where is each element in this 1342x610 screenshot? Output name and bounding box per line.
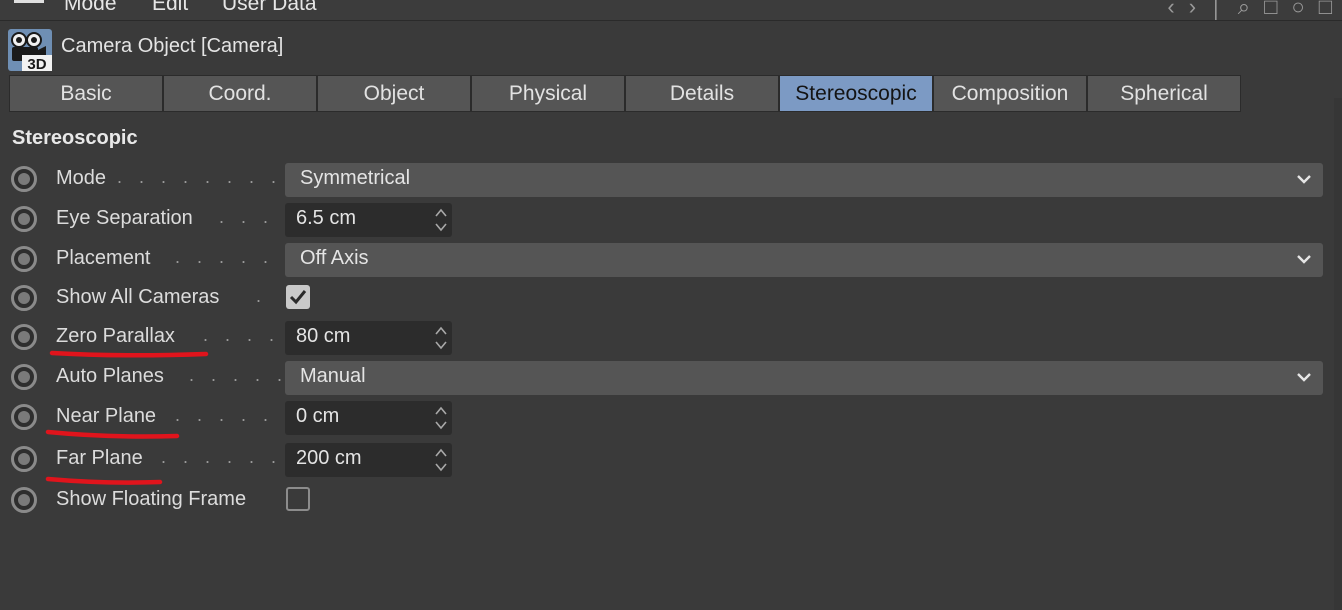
- tab-stereoscopic[interactable]: Stereoscopic: [780, 76, 932, 111]
- keyframe-icon[interactable]: [11, 487, 37, 513]
- leader-dots: .: [256, 286, 268, 306]
- keyframe-icon[interactable]: [11, 206, 37, 232]
- tab-spherical[interactable]: Spherical: [1088, 76, 1240, 111]
- show-all-cameras-label: Show All Cameras: [56, 286, 220, 308]
- object-title: Camera Object [Camera]: [61, 35, 284, 57]
- eye-separation-field[interactable]: 6.5 cm: [285, 203, 452, 237]
- checkmark-icon: [289, 290, 307, 305]
- tab-composition[interactable]: Composition: [934, 76, 1086, 111]
- far-plane-label: Far Plane: [56, 447, 143, 469]
- stepper-arrows-icon[interactable]: [433, 445, 449, 475]
- attribute-header: 3D Camera Object [Camera]: [0, 21, 1342, 73]
- tab-basic[interactable]: Basic: [10, 76, 162, 111]
- show-floating-frame-checkbox[interactable]: [286, 487, 310, 511]
- auto-planes-label: Auto Planes: [56, 365, 164, 387]
- keyframe-icon[interactable]: [11, 246, 37, 272]
- back-arrow-icon[interactable]: ‹: [1167, 0, 1174, 20]
- chevron-down-icon: [1297, 373, 1311, 382]
- row-auto-planes: Auto Planes . . . . . . Manual: [0, 361, 1342, 397]
- keyframe-icon[interactable]: [11, 285, 37, 311]
- auto-planes-value: Manual: [300, 365, 366, 387]
- mode-label: Mode: [56, 167, 107, 189]
- search-icon[interactable]: ⌕: [1238, 0, 1250, 20]
- hamburger-menu-icon[interactable]: [14, 0, 44, 9]
- stepper-arrows-icon[interactable]: [433, 403, 449, 433]
- menu-bar: Mode Edit User Data ‹ › │ ⌕ □ ○ □: [0, 0, 1342, 21]
- camera-badge-text: 3D: [27, 56, 46, 71]
- zero-parallax-field[interactable]: 80 cm: [285, 321, 452, 355]
- toolbar-icons: ‹ › │ ⌕ □ ○ □: [1167, 0, 1332, 20]
- chevron-down-icon: [1297, 255, 1311, 264]
- history-icon[interactable]: ○: [1291, 0, 1304, 20]
- show-floating-frame-label: Show Floating Frame: [56, 488, 247, 510]
- menu-user-data[interactable]: User Data: [222, 0, 317, 16]
- tab-details[interactable]: Details: [626, 76, 778, 111]
- annotation-underline-far-plane: [45, 476, 163, 485]
- bookmark-icon[interactable]: □: [1264, 0, 1277, 20]
- show-all-cameras-checkbox[interactable]: [286, 285, 310, 309]
- stepper-arrows-icon[interactable]: [433, 205, 449, 235]
- row-zero-parallax: Zero Parallax . . . . . 80 cm: [0, 321, 1342, 357]
- section-title: Stereoscopic: [12, 127, 138, 149]
- eye-separation-value: 6.5 cm: [296, 207, 357, 229]
- keyframe-icon[interactable]: [11, 364, 37, 390]
- row-eye-separation: Eye Separation . . . 6.5 cm: [0, 203, 1342, 239]
- auto-planes-dropdown[interactable]: Manual: [285, 361, 1323, 395]
- zero-parallax-value: 80 cm: [296, 325, 351, 347]
- placement-dropdown[interactable]: Off Axis: [285, 243, 1323, 277]
- row-near-plane: Near Plane . . . . . . . 0 cm: [0, 401, 1342, 437]
- mode-value: Symmetrical: [300, 167, 411, 189]
- far-plane-field[interactable]: 200 cm: [285, 443, 452, 477]
- near-plane-label: Near Plane: [56, 405, 157, 427]
- keyframe-icon[interactable]: [11, 324, 37, 350]
- far-plane-value: 200 cm: [296, 447, 362, 469]
- forward-arrow-icon[interactable]: ›: [1189, 0, 1196, 20]
- row-far-plane: Far Plane . . . . . . . . 200 cm: [0, 443, 1342, 479]
- stepper-arrows-icon[interactable]: [433, 323, 449, 353]
- zero-parallax-label: Zero Parallax: [56, 325, 175, 347]
- near-plane-value: 0 cm: [296, 405, 340, 427]
- eye-separation-label: Eye Separation: [56, 207, 193, 229]
- mode-dropdown[interactable]: Symmetrical: [285, 163, 1323, 197]
- placement-label: Placement: [56, 247, 151, 269]
- tab-coord[interactable]: Coord.: [164, 76, 316, 111]
- menu-edit[interactable]: Edit: [152, 0, 188, 16]
- row-mode: Mode . . . . . . . . . . Symmetrical: [0, 163, 1342, 199]
- row-show-floating-frame: Show Floating Frame: [0, 484, 1342, 520]
- row-show-all-cameras: Show All Cameras .: [0, 282, 1342, 318]
- keyframe-icon[interactable]: [11, 404, 37, 430]
- chevron-down-icon: [1297, 175, 1311, 184]
- menu-mode[interactable]: Mode: [64, 0, 117, 16]
- tab-object[interactable]: Object: [318, 76, 470, 111]
- keyframe-icon[interactable]: [11, 166, 37, 192]
- up-icon[interactable]: │: [1210, 0, 1224, 20]
- keyframe-icon[interactable]: [11, 446, 37, 472]
- tab-bar: Basic Coord. Object Physical Details Ste…: [9, 75, 1241, 112]
- new-window-icon[interactable]: □: [1319, 0, 1332, 20]
- placement-value: Off Axis: [300, 247, 369, 269]
- camera-3d-icon: 3D: [8, 29, 52, 71]
- near-plane-field[interactable]: 0 cm: [285, 401, 452, 435]
- tab-physical[interactable]: Physical: [472, 76, 624, 111]
- leader-dots: . . .: [219, 207, 275, 227]
- row-placement: Placement . . . . . . . Off Axis: [0, 243, 1342, 279]
